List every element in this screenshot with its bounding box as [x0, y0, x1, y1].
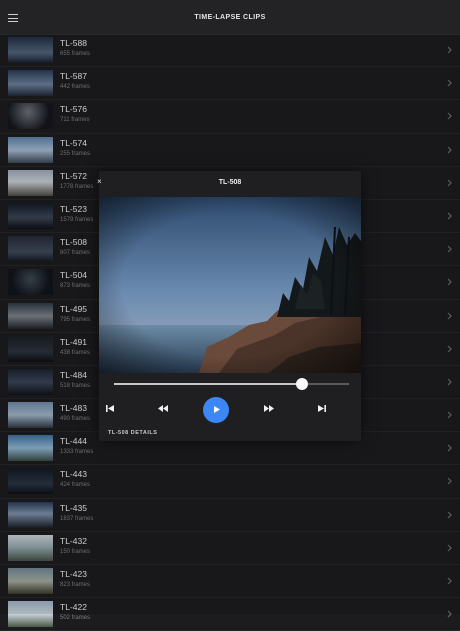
- video-frame[interactable]: [99, 197, 361, 373]
- details-link[interactable]: TL-508 DETAILS: [108, 430, 157, 436]
- progress-fill: [114, 383, 302, 385]
- skip-forward-icon[interactable]: [317, 404, 327, 415]
- rewind-icon[interactable]: [157, 404, 169, 415]
- fast-forward-icon[interactable]: [263, 404, 275, 415]
- progress-slider[interactable]: [114, 378, 349, 390]
- play-icon: [213, 405, 221, 416]
- skip-back-icon[interactable]: [105, 404, 115, 415]
- clip-frame-count: 502 frames: [60, 615, 91, 622]
- nav-bar: TIME-LAPSE CLIPS: [0, 0, 460, 35]
- progress-knob[interactable]: [296, 378, 308, 390]
- page-title: TIME-LAPSE CLIPS: [194, 14, 266, 21]
- video-player-modal: × TL-508 TL-508 DETAILS: [97, 171, 361, 441]
- player-title: TL-508: [218, 179, 242, 186]
- play-button[interactable]: [203, 397, 229, 423]
